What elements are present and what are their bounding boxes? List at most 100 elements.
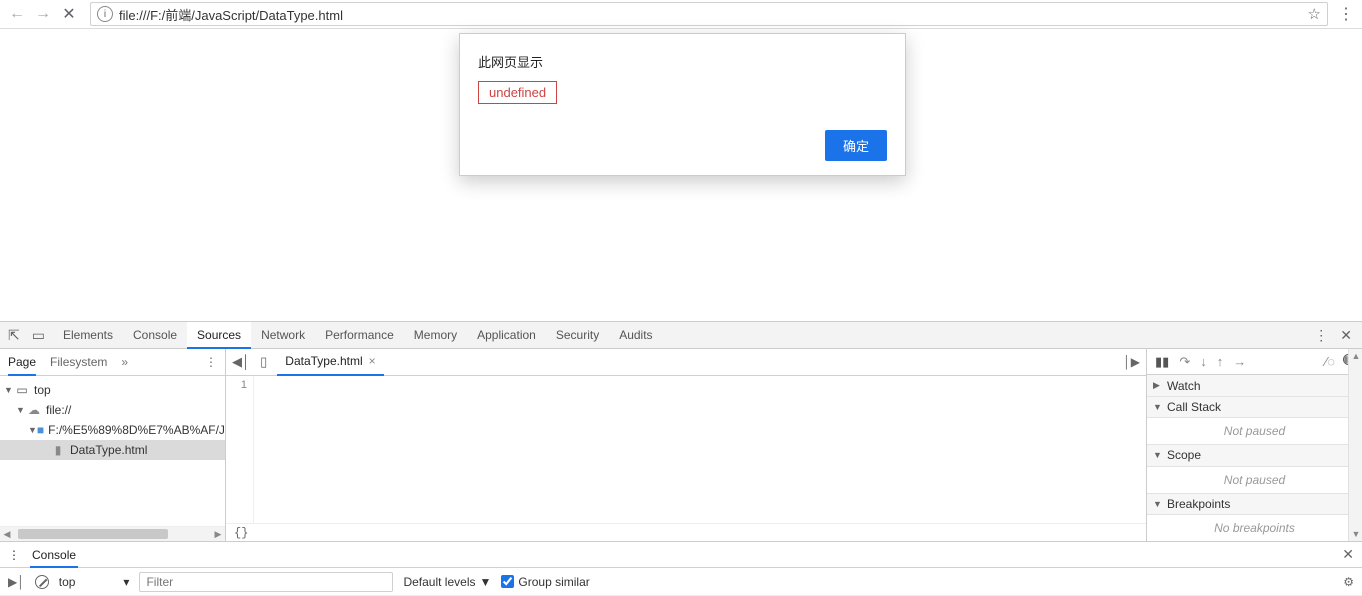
group-similar-label: Group similar — [518, 575, 589, 589]
js-alert-dialog: 此网页显示 undefined 确定 — [459, 33, 906, 176]
pause-icon[interactable]: ▮▮ — [1155, 354, 1169, 370]
step-into-icon[interactable]: ↓ — [1200, 354, 1207, 369]
editor-statusbar: {} — [226, 523, 1146, 541]
tree-label: file:// — [46, 403, 71, 417]
back-button[interactable]: ← — [4, 1, 30, 27]
devtools-panel: ⇱ ▭ Elements Console Sources Network Per… — [0, 321, 1362, 596]
line-gutter: 1 — [226, 376, 254, 523]
site-info-icon[interactable]: i — [97, 6, 113, 22]
log-levels-selector[interactable]: Default levels ▼ — [403, 575, 491, 589]
bookmark-star-icon[interactable]: ☆ — [1308, 5, 1321, 23]
scroll-left-icon[interactable]: ◀ — [0, 527, 14, 542]
deactivate-breakpoints-icon[interactable]: ⁄◌ — [1325, 354, 1335, 369]
step-over-icon[interactable]: ↷ — [1179, 354, 1190, 370]
drawer-close-icon[interactable]: ✕ — [1342, 546, 1354, 563]
step-out-icon[interactable]: ↑ — [1217, 354, 1224, 369]
context-label: top — [59, 575, 76, 589]
scroll-up-icon[interactable]: ▲ — [1349, 349, 1362, 363]
nav-tab-filesystem[interactable]: Filesystem — [50, 355, 107, 369]
sources-editor: ◀│ ▯ DataType.html × │▶ 1 {} — [226, 349, 1147, 541]
code-area[interactable] — [254, 376, 1146, 523]
levels-label: Default levels — [403, 575, 475, 589]
triangle-down-icon: ▼ — [16, 405, 26, 415]
tab-performance[interactable]: Performance — [315, 322, 404, 349]
debugger-scrollbar[interactable]: ▲ ▼ — [1348, 349, 1362, 541]
nav-more-icon[interactable]: ⋮ — [205, 355, 217, 369]
browser-menu-icon[interactable]: ⋮ — [1334, 4, 1358, 24]
show-debugger-icon[interactable]: │▶ — [1123, 355, 1140, 369]
devtools-close-icon[interactable]: ✕ — [1340, 327, 1352, 344]
alert-ok-button[interactable]: 确定 — [825, 130, 887, 161]
step-icon[interactable]: → — [1233, 354, 1246, 369]
group-similar-input[interactable] — [501, 575, 514, 588]
editor-tab[interactable]: DataType.html × — [277, 349, 383, 376]
drawer-more-icon[interactable]: ⋮ — [8, 548, 20, 562]
nav-overflow-icon[interactable]: » — [121, 355, 128, 369]
tree-label: DataType.html — [70, 443, 147, 457]
drawer-tab-console[interactable]: Console — [30, 542, 78, 568]
section-watch[interactable]: ▶ Watch — [1147, 375, 1362, 396]
cloud-icon: ☁ — [26, 403, 42, 417]
chevron-down-icon: ▼ — [480, 575, 492, 589]
devtools-more-icon[interactable]: ⋮ — [1314, 327, 1328, 344]
debugger-panel: ▮▮ ↷ ↓ ↑ → ⁄◌ ▮▮ ▶ Watch ▼ Call Stack No… — [1147, 349, 1362, 541]
tab-audits[interactable]: Audits — [609, 322, 662, 349]
chevron-down-icon: ▾ — [123, 575, 129, 589]
scroll-down-icon[interactable]: ▼ — [1349, 527, 1362, 541]
tree-file[interactable]: ▮ DataType.html — [0, 440, 225, 460]
forward-button[interactable]: → — [30, 1, 56, 27]
file-tree: ▼ ▭ top ▼ ☁ file:// ▼ ■ F:/%E5%89%8D%E7%… — [0, 376, 225, 526]
pretty-print-icon[interactable]: {} — [234, 526, 248, 540]
tab-security[interactable]: Security — [546, 322, 609, 349]
close-tab-icon[interactable]: × — [369, 354, 376, 368]
section-breakpoints[interactable]: ▼ Breakpoints — [1147, 494, 1362, 515]
console-drawer: ⋮ Console ✕ ▶│ top ▾ Default levels ▼ Gr… — [0, 541, 1362, 596]
tab-elements[interactable]: Elements — [53, 322, 123, 349]
section-scope[interactable]: ▼ Scope — [1147, 445, 1362, 466]
stop-button[interactable]: ✕ — [56, 1, 82, 27]
tree-frame-top[interactable]: ▼ ▭ top — [0, 380, 225, 400]
console-sidebar-toggle-icon[interactable]: ▶│ — [8, 575, 25, 589]
file-outline-icon[interactable]: ▯ — [260, 354, 267, 370]
scrollbar-thumb[interactable] — [18, 529, 168, 539]
tree-origin[interactable]: ▼ ☁ file:// — [0, 400, 225, 420]
url-text: file:///F:/前端/JavaScript/DataType.html — [119, 5, 343, 24]
console-filter-input[interactable] — [139, 572, 393, 592]
show-navigator-icon[interactable]: ◀│ — [232, 354, 250, 370]
device-toolbar-icon[interactable]: ▭ — [32, 327, 45, 344]
file-icon: ▮ — [50, 443, 66, 457]
nav-tab-page[interactable]: Page — [8, 349, 36, 376]
line-number: 1 — [226, 379, 247, 391]
tree-label: top — [34, 383, 51, 397]
clear-console-icon[interactable] — [35, 575, 49, 589]
tree-label: F:/%E5%89%8D%E7%AB%AF/JavaScript — [48, 423, 225, 437]
section-label: Scope — [1167, 448, 1201, 462]
console-settings-icon[interactable]: ⚙ — [1343, 575, 1354, 589]
section-label: Watch — [1167, 379, 1201, 393]
triangle-down-icon: ▼ — [28, 425, 37, 435]
section-callstack[interactable]: ▼ Call Stack — [1147, 397, 1362, 418]
navigator-scrollbar[interactable]: ◀ ▶ — [0, 526, 225, 541]
triangle-down-icon: ▼ — [1153, 450, 1163, 460]
tab-console[interactable]: Console — [123, 322, 187, 349]
tree-folder[interactable]: ▼ ■ F:/%E5%89%8D%E7%AB%AF/JavaScript — [0, 420, 225, 440]
group-similar-checkbox[interactable]: Group similar — [501, 575, 589, 589]
sources-navigator: Page Filesystem » ⋮ ▼ ▭ top ▼ ☁ file:// … — [0, 349, 226, 541]
address-bar[interactable]: i file:///F:/前端/JavaScript/DataType.html… — [90, 2, 1328, 26]
tab-memory[interactable]: Memory — [404, 322, 467, 349]
page-viewport: 此网页显示 undefined 确定 — [0, 29, 1362, 321]
scroll-right-icon[interactable]: ▶ — [211, 527, 225, 542]
tab-network[interactable]: Network — [251, 322, 315, 349]
folder-icon: ■ — [37, 423, 44, 437]
callstack-body: Not paused — [1147, 418, 1362, 445]
inspect-element-icon[interactable]: ⇱ — [8, 327, 20, 344]
triangle-down-icon: ▼ — [1153, 402, 1163, 412]
frame-icon: ▭ — [14, 383, 30, 397]
tab-application[interactable]: Application — [467, 322, 546, 349]
execution-context-selector[interactable]: top ▾ — [59, 575, 130, 589]
devtools-tabbar: ⇱ ▭ Elements Console Sources Network Per… — [0, 322, 1362, 349]
scope-body: Not paused — [1147, 467, 1362, 494]
debugger-toolbar: ▮▮ ↷ ↓ ↑ → ⁄◌ ▮▮ — [1147, 349, 1362, 375]
alert-title: 此网页显示 — [478, 52, 887, 71]
tab-sources[interactable]: Sources — [187, 322, 251, 349]
